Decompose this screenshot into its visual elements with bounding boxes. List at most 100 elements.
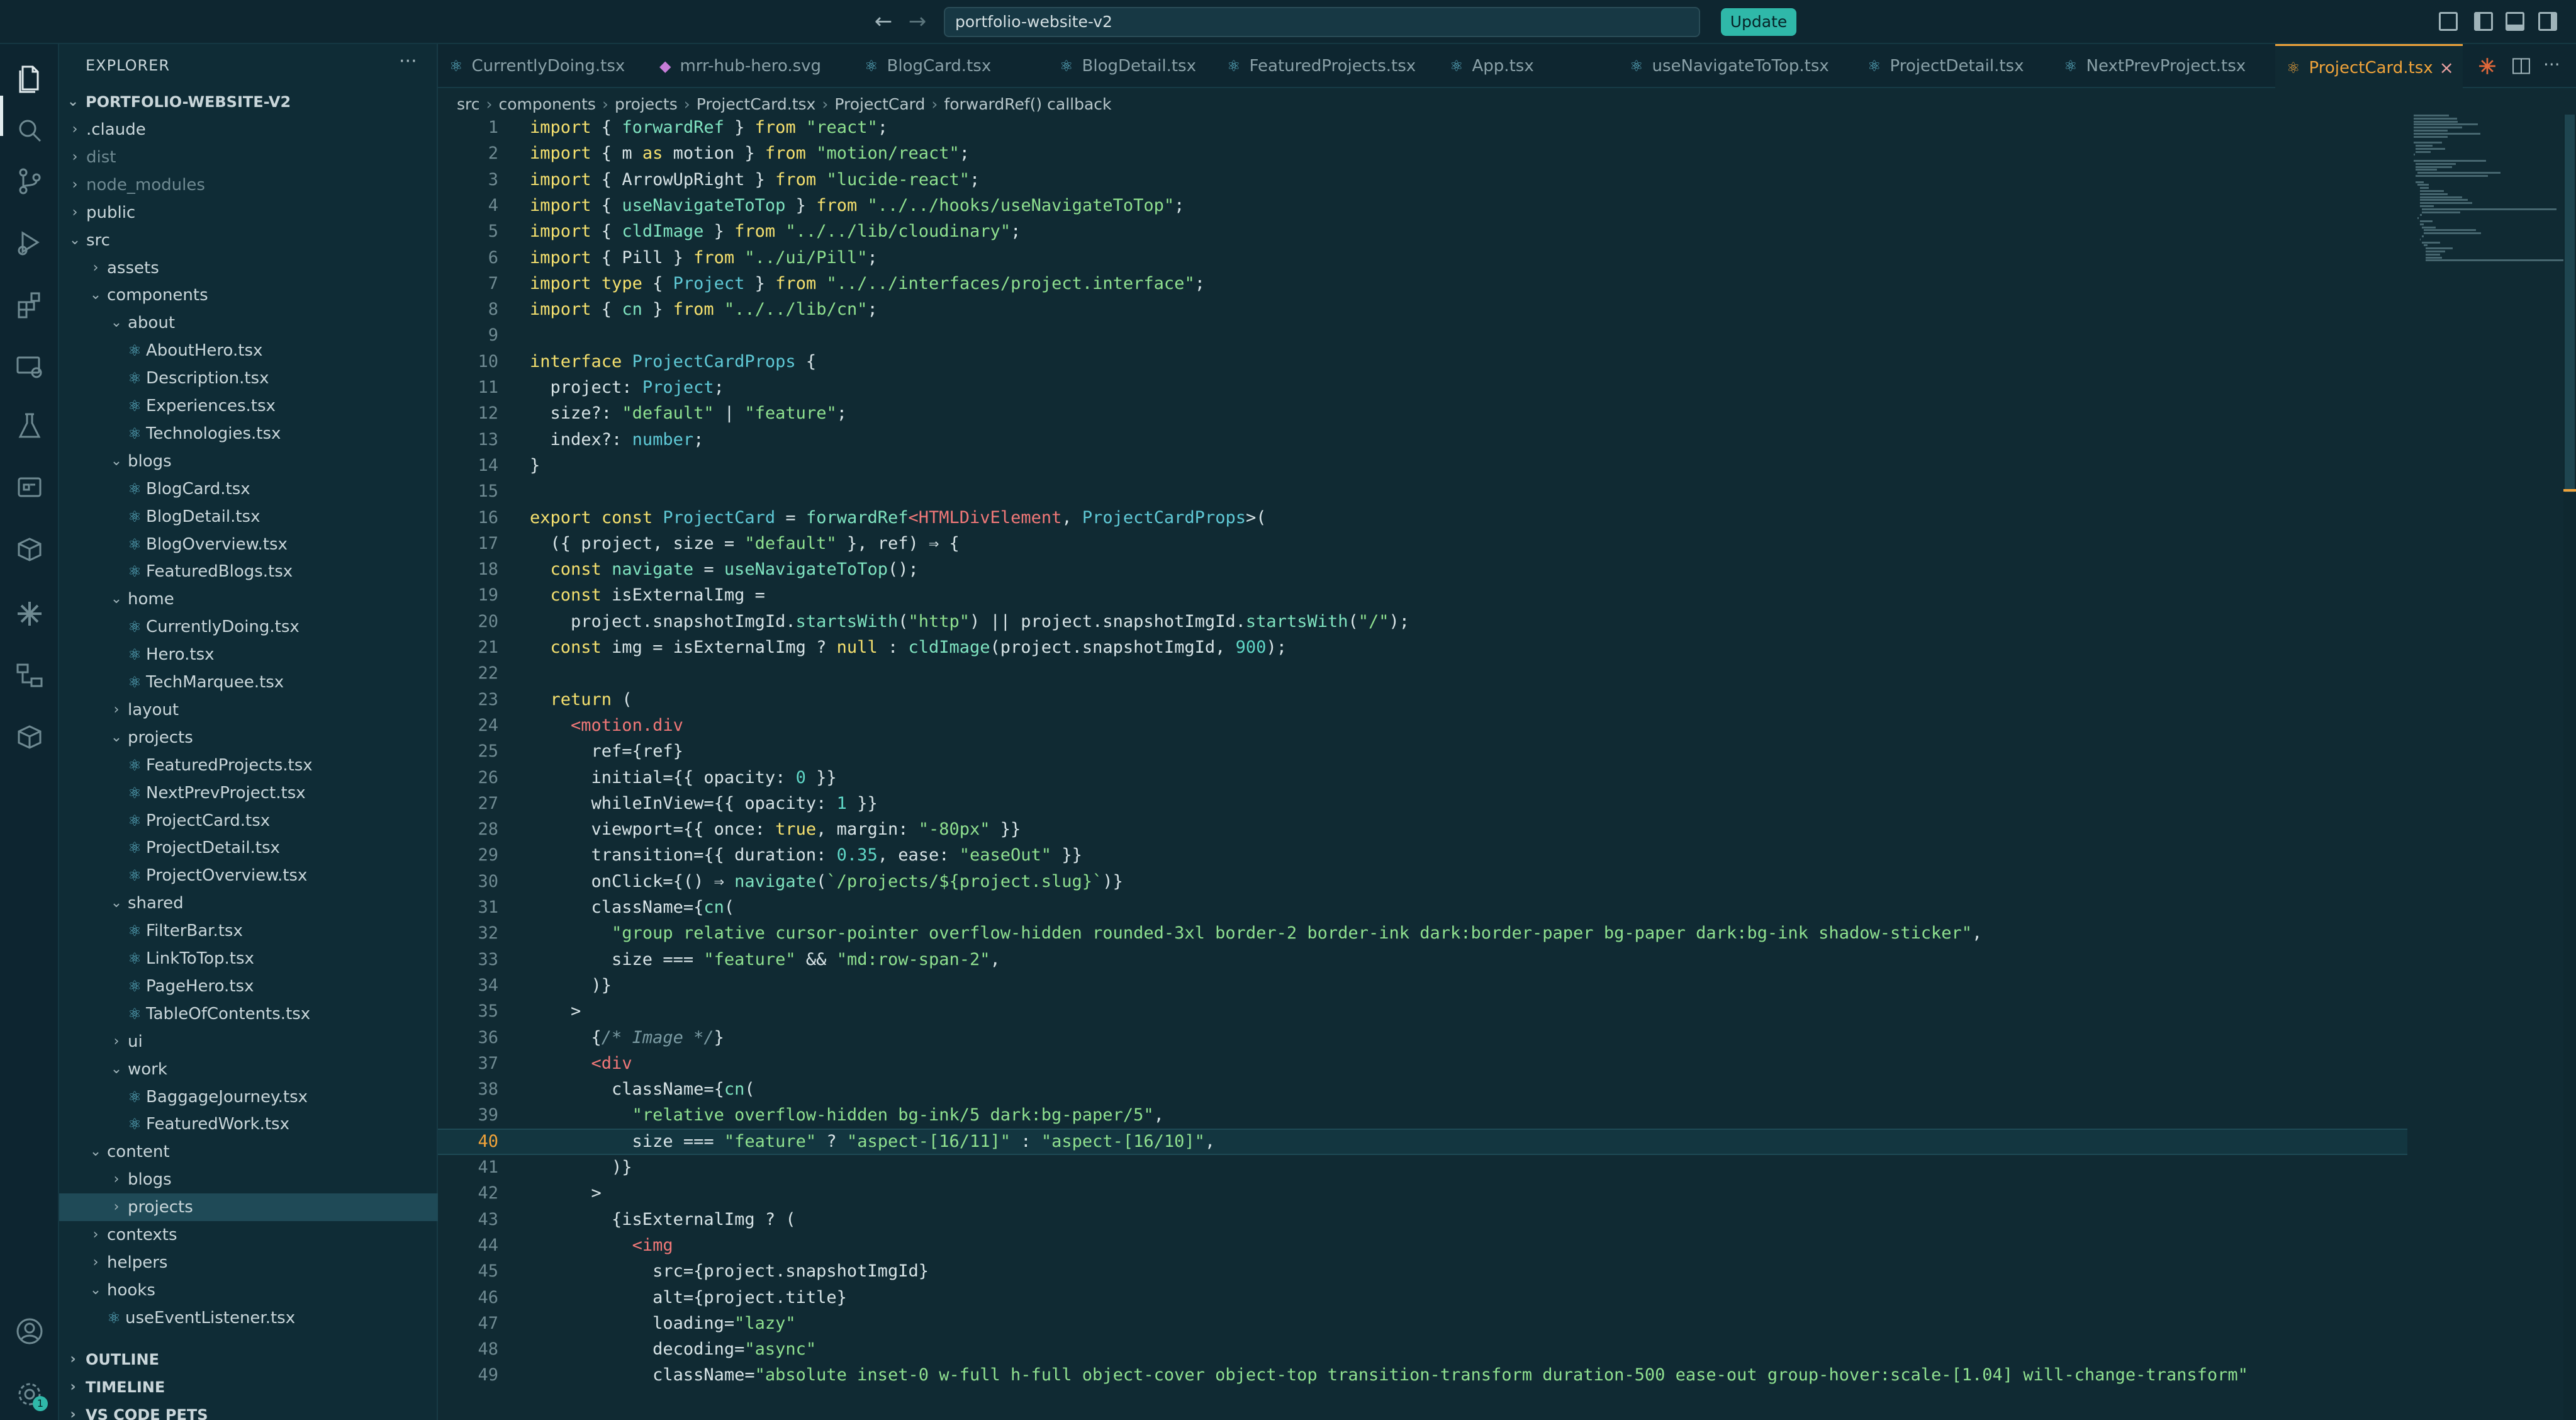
explorer-root-folder[interactable]: ⌄ PORTFOLIO-WEBSITE-V2	[59, 88, 438, 116]
tree-file[interactable]: ⚛ BlogDetail.tsx	[59, 503, 438, 531]
more-actions-icon[interactable]: ···	[2543, 55, 2565, 77]
code-line[interactable]: 6 import { Pill } from "../ui/Pill";	[438, 245, 2407, 271]
editor-scrollbar[interactable]	[2563, 115, 2576, 1420]
code-line[interactable]: 8 import { cn } from "../../lib/cn";	[438, 296, 2407, 323]
code-line[interactable]: 16 export const ProjectCard = forwardRef<…	[438, 505, 2407, 531]
code-line[interactable]: 46 alt={project.title}	[438, 1285, 2407, 1311]
search-icon[interactable]	[14, 115, 45, 146]
tab-projectcard-tsx[interactable]: ⚛ ProjectCard.tsx ×	[2275, 44, 2463, 88]
code-line[interactable]: 30 onClick={() ⇒ navigate(`/projects/${p…	[438, 869, 2407, 895]
database-icon[interactable]	[14, 534, 45, 565]
code-line[interactable]: 12 size?: "default" | "feature";	[438, 400, 2407, 427]
tree-folder[interactable]: ⌄ components	[59, 281, 438, 309]
close-icon[interactable]: ×	[2439, 46, 2454, 90]
code-line[interactable]: 17 ({ project, size = "default" }, ref) …	[438, 531, 2407, 557]
tab-mrr-hub-hero-svg[interactable]: ◆ mrr-hub-hero.svg	[648, 44, 853, 88]
code-line[interactable]: 25 ref={ref}	[438, 738, 2407, 765]
code-line[interactable]: 7 import type { Project } from "../../int…	[438, 271, 2407, 297]
tab-currentlydoing-tsx[interactable]: ⚛ CurrentlyDoing.tsx	[438, 44, 648, 88]
tree-folder[interactable]: › public	[59, 199, 438, 227]
code-line[interactable]: 34 )}	[438, 972, 2407, 999]
tree-file[interactable]: ⚛ BlogOverview.tsx	[59, 531, 438, 558]
extensions-icon[interactable]	[14, 290, 45, 321]
tree-file[interactable]: ⚛ FeaturedProjects.tsx	[59, 752, 438, 779]
code-line[interactable]: 31 className={cn(	[438, 894, 2407, 921]
code-line[interactable]: 45 src={project.snapshotImgId}	[438, 1258, 2407, 1285]
code-line[interactable]: 23 return (	[438, 687, 2407, 713]
tree-file[interactable]: ⚛ CurrentlyDoing.tsx	[59, 613, 438, 641]
containers-icon[interactable]	[14, 721, 45, 753]
tree-file[interactable]: ⚛ LinkToTop.tsx	[59, 945, 438, 972]
code-line[interactable]: 20 project.snapshotImgId.startsWith("htt…	[438, 609, 2407, 635]
tree-folder[interactable]: ⌄ content	[59, 1138, 438, 1166]
breadcrumb-item[interactable]: projects	[615, 95, 678, 113]
tree-file[interactable]: ⚛ Technologies.tsx	[59, 420, 438, 448]
code-line[interactable]: 38 className={cn(	[438, 1076, 2407, 1103]
tree-folder[interactable]: ⌄ work	[59, 1056, 438, 1083]
tree-file[interactable]: ⚛ NextPrevProject.tsx	[59, 779, 438, 807]
tree-file[interactable]: ⚛ ProjectOverview.tsx	[59, 862, 438, 889]
sidebar-section-header[interactable]: › VS CODE PETS	[59, 1401, 438, 1420]
code-line[interactable]: 13 index?: number;	[438, 427, 2407, 453]
code-line[interactable]: 5 import { cldImage } from "../../lib/clo…	[438, 218, 2407, 245]
code-line[interactable]: 21 const img = isExternalImg ? null : cl…	[438, 634, 2407, 661]
tree-file[interactable]: ⚛ Description.tsx	[59, 364, 438, 392]
tree-file[interactable]: ⚛ TableOfContents.tsx	[59, 1000, 438, 1028]
remote-explorer-icon[interactable]	[14, 351, 45, 383]
back-arrow-icon[interactable]: ←	[871, 9, 896, 34]
tree-file[interactable]: ⚛ ProjectCard.tsx	[59, 807, 438, 835]
testing-icon[interactable]	[14, 410, 45, 442]
code-line[interactable]: 47 loading="lazy"	[438, 1310, 2407, 1337]
tree-file[interactable]: ⚛ TechMarquee.tsx	[59, 668, 438, 696]
code-line[interactable]: 28 viewport={{ once: true, margin: "-80p…	[438, 816, 2407, 843]
toggle-secondary-sidebar-icon[interactable]	[2538, 12, 2557, 31]
tree-folder[interactable]: ⌄ home	[59, 585, 438, 613]
files-icon[interactable]	[14, 63, 45, 94]
code-line[interactable]: 24 <motion.div	[438, 713, 2407, 739]
code-line[interactable]: 42 >	[438, 1180, 2407, 1207]
run-debug-icon[interactable]	[14, 227, 45, 258]
settings-icon[interactable]: 1	[14, 1378, 48, 1411]
code-line[interactable]: 9	[438, 322, 2407, 349]
update-button[interactable]: Update	[1721, 8, 1796, 36]
code-line[interactable]: 15	[438, 478, 2407, 505]
tree-file[interactable]: ⚛ AboutHero.tsx	[59, 337, 438, 364]
code-line[interactable]: 35 >	[438, 998, 2407, 1025]
code-line[interactable]: 37 <div	[438, 1051, 2407, 1077]
source-control-icon[interactable]	[14, 165, 45, 196]
tree-file[interactable]: ⚛ FilterBar.tsx	[59, 917, 438, 945]
tree-file[interactable]: ⚛ ProjectDetail.tsx	[59, 834, 438, 862]
tree-folder[interactable]: › assets	[59, 254, 438, 282]
code-line[interactable]: 4 import { useNavigateToTop } from "../..…	[438, 193, 2407, 219]
tree-folder[interactable]: › dist	[59, 144, 438, 171]
code-line[interactable]: 10 interface ProjectCardProps {	[438, 349, 2407, 375]
code-line[interactable]: 41 )}	[438, 1154, 2407, 1181]
code-line[interactable]: 36 {/* Image */}	[438, 1025, 2407, 1051]
code-line[interactable]: 1 import { forwardRef } from "react";	[438, 115, 2407, 141]
tree-folder[interactable]: ⌄ projects	[59, 724, 438, 752]
tree-file[interactable]: ⚛ BlogCard.tsx	[59, 475, 438, 503]
tab-app-tsx[interactable]: ⚛ App.tsx	[1438, 44, 1618, 88]
code-line[interactable]: 22	[438, 660, 2407, 687]
tree-folder[interactable]: › node_modules	[59, 171, 438, 199]
minimap[interactable]	[2414, 115, 2571, 442]
tab-nextprevproject-tsx[interactable]: ⚛ NextPrevProject.tsx	[2052, 44, 2275, 88]
code-view[interactable]: 1 import { forwardRef } from "react"; 2 imp…	[438, 115, 2407, 1420]
tree-file[interactable]: ⚛ FeaturedBlogs.tsx	[59, 558, 438, 585]
breadcrumb-item[interactable]: src	[457, 95, 480, 113]
tab-featuredprojects-tsx[interactable]: ⚛ FeaturedProjects.tsx	[1216, 44, 1438, 88]
account-icon[interactable]	[14, 1316, 45, 1347]
code-line[interactable]: 43 {isExternalImg ? (	[438, 1207, 2407, 1233]
remote-icon[interactable]	[14, 660, 45, 691]
code-line[interactable]: 11 project: Project;	[438, 375, 2407, 401]
sidebar-section-header[interactable]: › TIMELINE	[59, 1373, 438, 1401]
tree-folder[interactable]: ⌄ src	[59, 227, 438, 254]
code-line[interactable]: 48 decoding="async"	[438, 1336, 2407, 1363]
toggle-primary-sidebar-icon[interactable]	[2474, 12, 2493, 31]
tab-usenavigatetotop-tsx[interactable]: ⚛ useNavigateToTop.tsx	[1618, 44, 1856, 88]
breadcrumb-item[interactable]: ProjectCard	[834, 95, 925, 113]
code-line[interactable]: 29 transition={{ duration: 0.35, ease: "…	[438, 842, 2407, 869]
tree-folder[interactable]: › contexts	[59, 1221, 438, 1249]
claude-icon[interactable]	[2477, 55, 2498, 77]
tree-folder[interactable]: ⌄ blogs	[59, 448, 438, 475]
